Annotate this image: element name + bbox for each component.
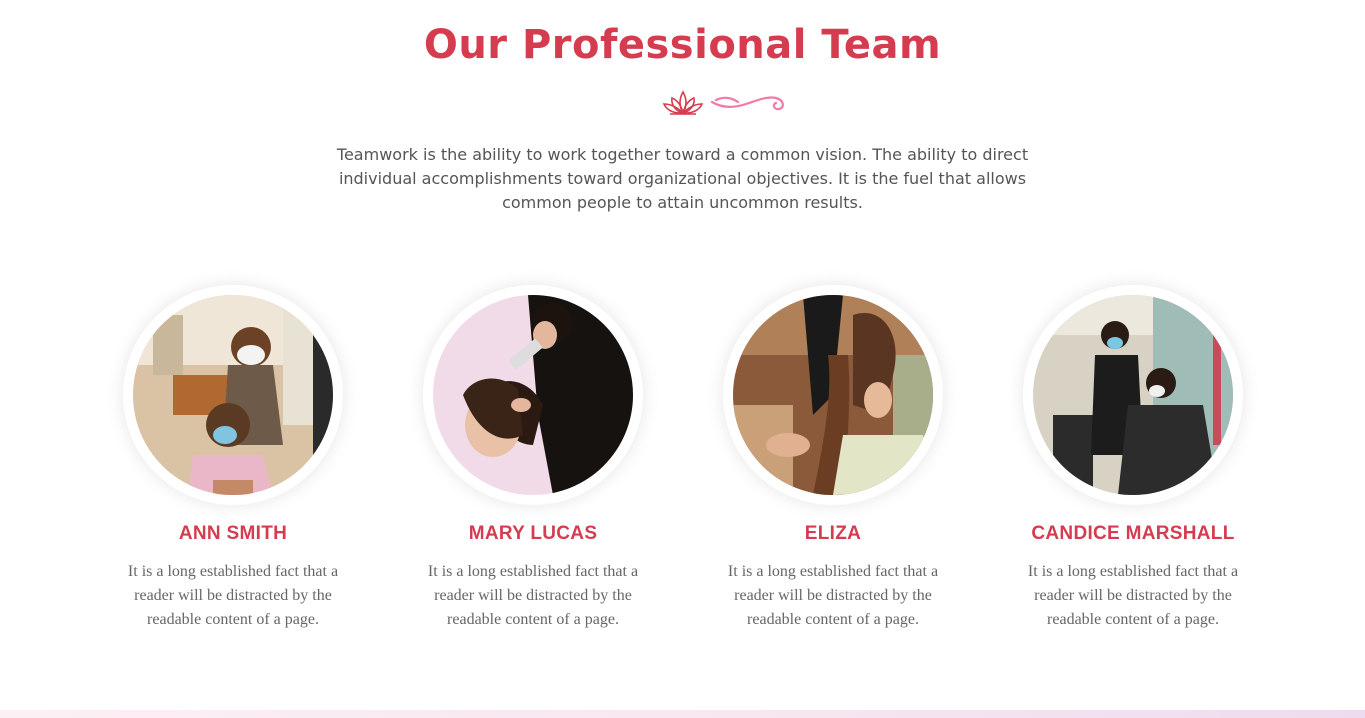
team-member-photo bbox=[433, 295, 633, 495]
team-member-photo bbox=[733, 295, 933, 495]
team-grid: ANN SMITH It is a long established fact … bbox=[0, 285, 1365, 645]
team-member-description: It is a long established fact that a rea… bbox=[1027, 563, 1239, 628]
section-title: Our Professional Team bbox=[423, 22, 942, 68]
team-member-photo bbox=[133, 295, 333, 495]
team-member-name: ANN SMITH bbox=[178, 523, 288, 544]
lotus-icon bbox=[662, 90, 704, 115]
divider-ornament bbox=[660, 86, 790, 120]
team-member-description: It is a long established fact that a rea… bbox=[427, 563, 639, 628]
team-member-name: MARY LUCAS bbox=[468, 523, 598, 544]
team-member-description: It is a long established fact that a rea… bbox=[127, 563, 339, 628]
team-member-name: CANDICE MARSHALL bbox=[1031, 523, 1235, 544]
photo-frame bbox=[423, 285, 643, 505]
next-section-edge bbox=[0, 710, 1365, 718]
photo-frame bbox=[1023, 285, 1243, 505]
team-member-description: It is a long established fact that a rea… bbox=[727, 563, 939, 628]
team-member-name: ELIZA bbox=[804, 523, 862, 544]
swirl-icon bbox=[710, 96, 784, 111]
photo-frame bbox=[123, 285, 343, 505]
intro-text: Teamwork is the ability to work together… bbox=[336, 145, 1029, 212]
photo-frame bbox=[723, 285, 943, 505]
team-member-photo bbox=[1033, 295, 1233, 495]
